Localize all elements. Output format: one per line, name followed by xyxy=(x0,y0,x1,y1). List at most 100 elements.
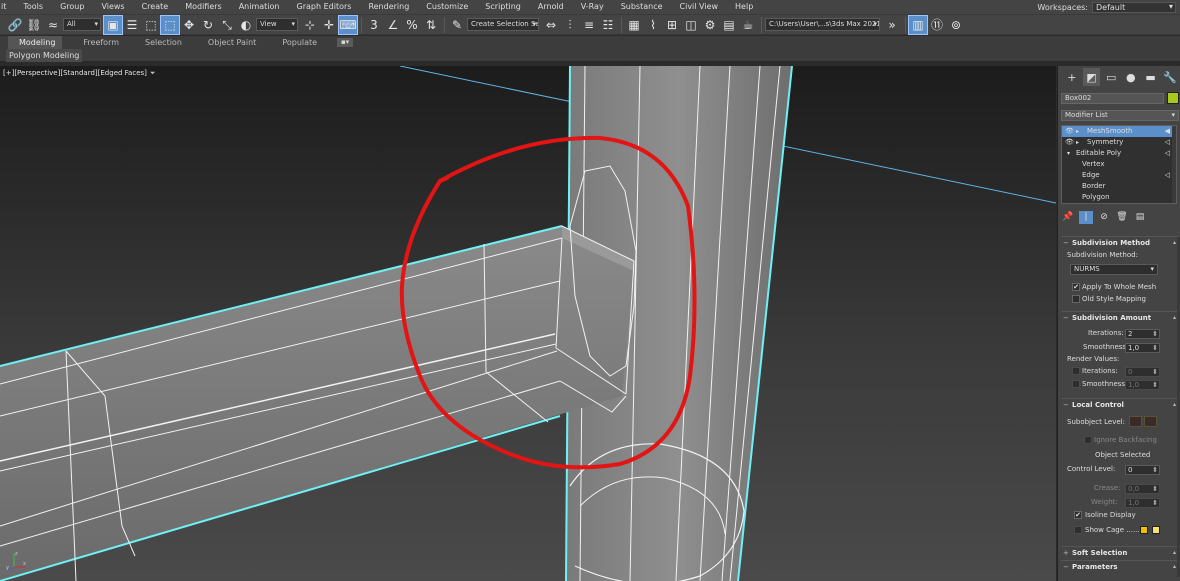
viewport-general-menu[interactable]: [+] xyxy=(3,69,14,77)
remove-modifier-icon[interactable]: 🗑 xyxy=(1115,211,1129,224)
tab-modeling[interactable]: Modeling xyxy=(8,36,63,49)
placement-icon[interactable]: ◐ xyxy=(237,16,255,34)
modifier-options-icon[interactable]: ◁ xyxy=(1165,148,1170,159)
tab-populate[interactable]: Populate xyxy=(270,36,331,49)
toggle-ribbon-icon[interactable]: ▦ xyxy=(625,16,643,34)
cage-color-swatch-2[interactable] xyxy=(1152,526,1160,534)
menu-scripting[interactable]: Scripting xyxy=(477,0,530,14)
rendered-frame-window-icon[interactable]: ▤ xyxy=(720,16,738,34)
unlink-icon[interactable]: ⛓ xyxy=(25,16,43,34)
stack-item-editable-poly[interactable]: ▾ Editable Poly ◁ xyxy=(1062,148,1176,159)
menu-help[interactable]: Help xyxy=(727,0,762,14)
expand-arrow-icon[interactable]: ▸ xyxy=(1076,126,1079,137)
motion-tab-icon[interactable]: ● xyxy=(1122,68,1140,86)
menu-vray[interactable]: V-Ray xyxy=(573,0,613,14)
select-by-name-icon[interactable]: ☰ xyxy=(123,16,141,34)
select-manipulate-icon[interactable]: ✛ xyxy=(320,16,338,34)
rotate-icon[interactable]: ↻ xyxy=(199,16,217,34)
tab-selection[interactable]: Selection xyxy=(133,36,196,49)
smoothness-spinner[interactable]: 1,0 xyxy=(1125,343,1160,353)
viewport-scene[interactable] xyxy=(0,66,1056,581)
pin-stack-icon[interactable]: 📌 xyxy=(1061,211,1075,224)
mirror-icon[interactable]: ⇔ xyxy=(542,16,560,34)
menu-graph-editors[interactable]: Graph Editors xyxy=(289,0,361,14)
perspective-viewport[interactable]: [+][Perspective][Standard][Edged Faces] ⏷… xyxy=(0,66,1056,581)
project-path-dropdown[interactable]: C:\Users\User\...s\3ds Max 2021 xyxy=(765,18,880,31)
stack-item-polygon[interactable]: Polygon xyxy=(1062,192,1176,203)
angle-snap-icon[interactable]: ∠ xyxy=(384,16,402,34)
menu-civil-view[interactable]: Civil View xyxy=(672,0,728,14)
substance-icon[interactable]: ⊚ xyxy=(947,16,965,34)
modify-tab-icon[interactable]: ◩ xyxy=(1082,68,1101,86)
render-iterations-spinner[interactable]: 0 xyxy=(1125,367,1160,377)
stack-scrollbar[interactable] xyxy=(1172,126,1176,203)
move-icon[interactable]: ✥ xyxy=(180,16,198,34)
make-unique-icon[interactable]: ⊘ xyxy=(1097,211,1111,224)
modifier-options-icon[interactable]: ◀ xyxy=(1165,126,1170,137)
keyboard-shortcut-override-icon[interactable]: ⌨ xyxy=(338,14,358,35)
percent-snap-icon[interactable]: % xyxy=(403,16,421,34)
snaps-toggle-icon[interactable]: 3 xyxy=(365,16,383,34)
workspaces-dropdown[interactable]: Default xyxy=(1092,1,1176,13)
link-icon[interactable]: 🔗 xyxy=(6,16,24,34)
expand-arrow-icon[interactable]: ▸ xyxy=(1076,137,1079,148)
viewport-label[interactable]: [+][Perspective][Standard][Edged Faces] ⏷ xyxy=(3,69,156,78)
menu-create[interactable]: Create xyxy=(134,0,178,14)
menu-customize[interactable]: Customize xyxy=(418,0,477,14)
edit-named-selection-icon[interactable]: ✎ xyxy=(448,16,466,34)
render-smoothness-checkbox[interactable] xyxy=(1072,380,1080,388)
scale-icon[interactable]: ⤡ xyxy=(218,16,236,34)
more-chevron-icon[interactable]: » xyxy=(883,16,901,34)
old-style-mapping-checkbox[interactable] xyxy=(1072,295,1080,303)
crease-spinner[interactable]: 0,0 xyxy=(1125,484,1160,494)
menu-rendering[interactable]: Rendering xyxy=(360,0,418,14)
weight-spinner[interactable]: 1,0 xyxy=(1125,498,1160,508)
object-color-swatch[interactable] xyxy=(1167,92,1179,104)
stack-item-meshsmooth[interactable]: 👁 ▸ MeshSmooth ◀ xyxy=(1062,126,1176,137)
ribbon-options-dropdown[interactable]: ▪▾ xyxy=(337,38,354,47)
viewport-display-mode[interactable]: [Edged Faces] xyxy=(98,69,147,77)
render-smoothness-spinner[interactable]: 1,0 xyxy=(1125,380,1160,390)
window-crossing-icon[interactable]: ⬚ xyxy=(160,14,180,35)
tab-object-paint[interactable]: Object Paint xyxy=(196,36,270,49)
filter-icon[interactable]: ⏷ xyxy=(150,69,156,77)
rollout-local-control[interactable]: Local Control xyxy=(1061,398,1179,411)
menu-tools[interactable]: Tools xyxy=(15,0,52,14)
eye-icon[interactable]: 👁 xyxy=(1065,137,1074,148)
rollout-soft-selection[interactable]: Soft Selection xyxy=(1061,546,1179,559)
menu-arnold[interactable]: Arnold xyxy=(530,0,573,14)
utilities-tab-icon[interactable]: 🔧 xyxy=(1161,68,1179,86)
cage-color-swatch-1[interactable] xyxy=(1140,526,1148,534)
menu-edit[interactable]: it xyxy=(0,0,15,14)
workspace-layout-icon[interactable]: ▥ xyxy=(908,14,928,35)
select-object-icon[interactable]: ▣ xyxy=(103,14,123,35)
apply-whole-mesh-checkbox[interactable]: ✔ xyxy=(1072,283,1080,291)
toggle-scene-explorer-icon[interactable]: ≡ xyxy=(580,16,598,34)
isoline-display-checkbox[interactable]: ✔ xyxy=(1074,511,1082,519)
modifier-options-icon[interactable]: ◁ xyxy=(1165,170,1170,181)
show-end-result-icon[interactable]: | xyxy=(1079,210,1093,224)
max-version-icon[interactable]: ⑪ xyxy=(928,16,946,34)
display-tab-icon[interactable]: ▬ xyxy=(1142,68,1160,86)
eye-icon[interactable]: 👁 xyxy=(1065,126,1074,137)
named-selection-dropdown[interactable]: Create Selection Se xyxy=(467,18,539,31)
subobject-vertex-icon[interactable] xyxy=(1129,416,1142,427)
tab-freeform[interactable]: Freeform xyxy=(71,36,133,49)
menu-animation[interactable]: Animation xyxy=(231,0,289,14)
stack-item-symmetry[interactable]: 👁 ▸ Symmetry ◁ xyxy=(1062,137,1176,148)
menu-views[interactable]: Views xyxy=(93,0,133,14)
rollout-subdivision-method[interactable]: Subdivision Method xyxy=(1061,236,1179,249)
reference-coordinate-dropdown[interactable]: View xyxy=(256,18,298,31)
menu-modifiers[interactable]: Modifiers xyxy=(177,0,231,14)
rect-selection-region-icon[interactable]: ⬚ xyxy=(142,16,160,34)
modifier-list-dropdown[interactable]: Modifier List xyxy=(1061,110,1179,121)
configure-modifier-sets-icon[interactable]: ▤ xyxy=(1133,211,1147,224)
collapse-arrow-icon[interactable]: ▾ xyxy=(1067,148,1070,159)
render-setup-icon[interactable]: ⚙ xyxy=(701,16,719,34)
align-icon[interactable]: ⫶ xyxy=(561,16,579,34)
schematic-view-icon[interactable]: ⊞ xyxy=(663,16,681,34)
show-cage-checkbox[interactable] xyxy=(1074,526,1082,534)
render-iterations-checkbox[interactable] xyxy=(1072,367,1080,375)
viewport-shading-standard[interactable]: [Standard] xyxy=(60,69,97,77)
ignore-backfacing-checkbox[interactable] xyxy=(1084,436,1092,444)
